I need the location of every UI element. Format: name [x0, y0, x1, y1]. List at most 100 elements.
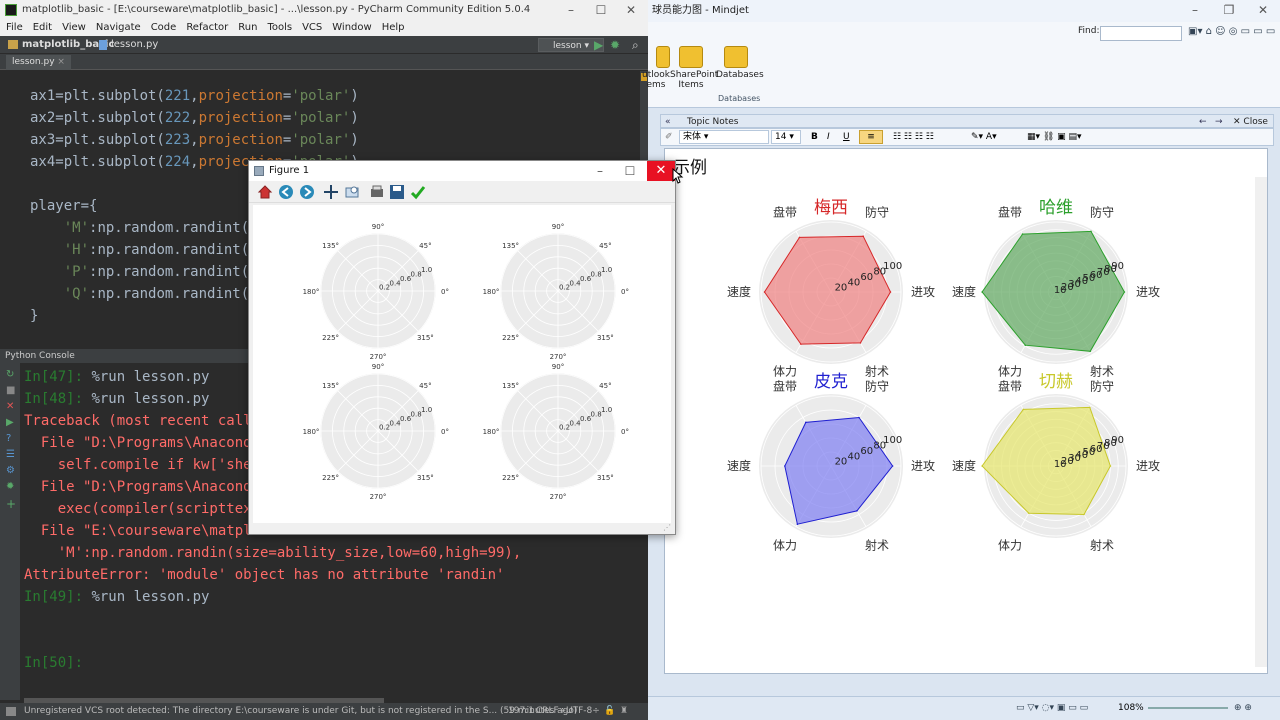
- figure-canvas[interactable]: 90°45°0°315°270°225°180°135°0.20.40.60.8…: [253, 205, 671, 523]
- menu-view[interactable]: View: [62, 22, 86, 33]
- rerun-icon[interactable]: ↻: [6, 369, 14, 380]
- fig-maximize-button[interactable]: ☐: [615, 161, 645, 181]
- stop-icon[interactable]: ■: [6, 385, 15, 396]
- code-line[interactable]: player={: [30, 195, 97, 217]
- ribbon: Find: ▣▾ ⌂ ☺ ◎ ▭ ▭ ▭ utlook ems SharePoi…: [642, 22, 1280, 108]
- ribbon-help-icons[interactable]: ▣▾ ⌂ ☺ ◎ ▭ ▭ ▭: [1188, 26, 1275, 37]
- highlight-icon[interactable]: ✎▾ A▾: [971, 129, 997, 145]
- doc-vscrollbar[interactable]: [1255, 177, 1267, 667]
- radar-category-label: 盘带: [998, 378, 1022, 393]
- zoom-rect-icon[interactable]: [344, 184, 360, 200]
- home-icon[interactable]: [257, 184, 273, 200]
- menu-edit[interactable]: Edit: [33, 22, 52, 33]
- mj-close-button[interactable]: ✕: [1248, 0, 1278, 20]
- code-line[interactable]: 'H':np.random.randint(: [30, 239, 249, 261]
- table-icon[interactable]: ▦▾ ⛓ ▣ ▤▾: [1027, 129, 1082, 145]
- outlook-icon: [656, 46, 670, 68]
- back-arrow-icon[interactable]: [278, 184, 294, 200]
- mj-restore-button[interactable]: ❐: [1214, 0, 1244, 20]
- edit-axes-icon[interactable]: [410, 184, 426, 200]
- inspector-icon[interactable]: ♜: [620, 703, 628, 720]
- code-line[interactable]: 'M':np.random.randint(: [30, 217, 249, 239]
- radar-category-label: 体力: [773, 365, 797, 379]
- notes-document[interactable]: 示例 进攻 防守 盘带 速度 体力 射术 20 40 60 80 100 梅西 进攻 防守 盘带 速度 体力 射术…: [664, 148, 1268, 674]
- debug-icon[interactable]: ✹: [610, 36, 620, 54]
- menu-window[interactable]: Window: [332, 22, 371, 33]
- minimize-button[interactable]: –: [556, 0, 586, 20]
- polar-axes[interactable]: 90°45°0°315°270°225°180°135°0.20.40.60.8…: [303, 363, 449, 501]
- debug-console-icon[interactable]: ✹: [6, 481, 14, 492]
- numbered-list-icon[interactable]: ☷ ☷ ☷ ☷: [893, 129, 934, 145]
- save-icon[interactable]: [389, 184, 405, 200]
- close-notes-button[interactable]: ✕ Close: [1233, 115, 1268, 129]
- mj-minimize-button[interactable]: –: [1180, 0, 1210, 20]
- menu-navigate[interactable]: Navigate: [96, 22, 141, 33]
- fig-close-button[interactable]: ✕: [647, 161, 675, 181]
- ribbon-databases[interactable]: Databases: [716, 46, 764, 80]
- configure-subplots-icon[interactable]: [369, 184, 385, 200]
- resize-grip-icon[interactable]: ⋰: [663, 523, 671, 532]
- menu-vcs[interactable]: VCS: [302, 22, 322, 33]
- code-line[interactable]: }: [30, 305, 38, 327]
- close-tab-icon[interactable]: ×: [57, 57, 65, 67]
- console-prompt: In[48]:: [24, 391, 84, 407]
- close-button[interactable]: ✕: [616, 0, 646, 20]
- close-console-icon[interactable]: ✕: [6, 401, 14, 412]
- forward-icon[interactable]: →: [1215, 115, 1223, 129]
- radar-category-label: 防守: [865, 378, 889, 393]
- line-separator[interactable]: CRLF÷: [536, 703, 566, 720]
- pan-icon[interactable]: [323, 184, 339, 200]
- italic-icon[interactable]: I: [827, 129, 830, 145]
- execute-icon[interactable]: ▶: [6, 417, 14, 428]
- ribbon-sharepoint-items[interactable]: SharePoint Items: [670, 46, 718, 90]
- add-icon[interactable]: +: [6, 497, 16, 511]
- help-icon[interactable]: ?: [6, 433, 11, 444]
- file-encoding[interactable]: UTF-8÷: [566, 703, 600, 720]
- pycharm-app-icon: [5, 4, 17, 16]
- status-icons[interactable]: ▭ ▽▾ ◌▾ ▣ ▭ ▭: [1016, 697, 1088, 719]
- lock-icon[interactable]: 🔓: [604, 703, 615, 720]
- code-line[interactable]: ax1=plt.subplot(221,projection='polar'): [30, 85, 359, 107]
- settings-icon[interactable]: ⚙: [6, 465, 15, 476]
- cursor-position[interactable]: 197:1: [508, 703, 534, 720]
- bold-icon[interactable]: B: [811, 129, 818, 145]
- radar-point: [1090, 230, 1092, 233]
- code-line[interactable]: ax2=plt.subplot(222,projection='polar'): [30, 107, 359, 129]
- polar-axes[interactable]: 90°45°0°315°270°225°180°135°0.20.40.60.8…: [483, 223, 629, 361]
- ribbon-outlook-items[interactable]: utlook ems: [642, 46, 670, 90]
- code-line[interactable]: ax3=plt.subplot(223,projection='polar'): [30, 129, 359, 151]
- font-size-select[interactable]: 14 ▾: [771, 130, 801, 144]
- menu-tools[interactable]: Tools: [267, 22, 292, 33]
- collapse-icon[interactable]: «: [665, 115, 671, 129]
- radar-category-label: 速度: [952, 458, 976, 473]
- menu-help[interactable]: Help: [382, 22, 405, 33]
- maximize-button[interactable]: ☐: [586, 0, 616, 20]
- status-message[interactable]: Unregistered VCS root detected: The dire…: [24, 706, 577, 716]
- console-line: AttributeError: 'module' object has no a…: [24, 564, 504, 586]
- polar-axes[interactable]: 90°45°0°315°270°225°180°135°0.20.40.60.8…: [483, 363, 629, 501]
- run-icon[interactable]: ▶: [594, 36, 603, 54]
- code-line[interactable]: 'Q':np.random.randint(: [30, 283, 249, 305]
- back-icon[interactable]: ←: [1199, 115, 1207, 129]
- font-select[interactable]: 宋体 ▾: [679, 130, 769, 144]
- menu-run[interactable]: Run: [238, 22, 257, 33]
- history-icon[interactable]: ☰: [6, 449, 15, 460]
- menu-refactor[interactable]: Refactor: [186, 22, 228, 33]
- zoom-slider[interactable]: [1148, 707, 1228, 709]
- topic-notes-header: « Topic Notes ← → ✕ Close: [660, 114, 1274, 128]
- fig-minimize-button[interactable]: –: [585, 161, 615, 181]
- menu-file[interactable]: File: [6, 22, 23, 33]
- polar-axes[interactable]: 90°45°0°315°270°225°180°135°0.20.40.60.8…: [303, 223, 449, 361]
- tab-lesson[interactable]: lesson.py ×: [6, 55, 71, 70]
- search-icon[interactable]: ⌕: [632, 36, 639, 54]
- find-input[interactable]: [1100, 26, 1182, 41]
- zoom-level[interactable]: 108%: [1118, 697, 1144, 719]
- forward-arrow-icon[interactable]: [299, 184, 315, 200]
- align-left-icon[interactable]: ≡: [859, 130, 883, 144]
- zoom-in-icon[interactable]: ⊕ ⊕: [1234, 697, 1252, 719]
- eraser-icon[interactable]: ✐: [665, 129, 673, 145]
- breadcrumb-file[interactable]: lesson.py: [111, 36, 158, 54]
- code-line[interactable]: 'P':np.random.randint(: [30, 261, 249, 283]
- underline-icon[interactable]: U: [843, 129, 850, 145]
- menu-code[interactable]: Code: [151, 22, 177, 33]
